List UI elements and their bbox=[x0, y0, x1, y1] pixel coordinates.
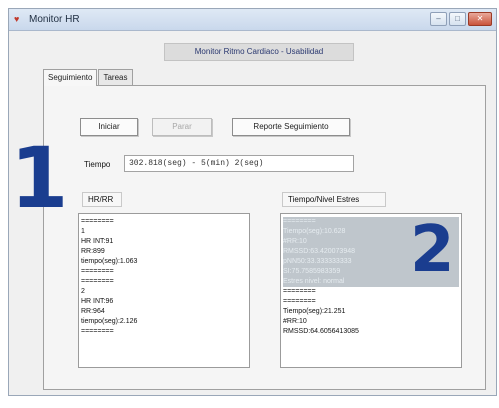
annotation-number-1: 1 bbox=[10, 129, 69, 227]
time-field[interactable]: 302.818(seg) - 5(min) 2(seg) bbox=[124, 155, 354, 172]
list-item: RR:899 bbox=[81, 248, 105, 255]
page-title: Monitor Ritmo Cardiaco - Usabilidad bbox=[164, 43, 354, 61]
window-controls: – □ ✕ bbox=[430, 12, 492, 26]
maximize-icon[interactable]: □ bbox=[449, 12, 466, 26]
list-item: tiempo(seg):1.063 bbox=[81, 258, 138, 265]
list-item: Tiempo(seg):21.251 bbox=[283, 308, 346, 315]
app-window: ♥ Monitor HR – □ ✕ Monitor Ritmo Cardiac… bbox=[8, 8, 497, 396]
tab-seguimiento[interactable]: Seguimiento bbox=[43, 69, 98, 86]
window-title: Monitor HR bbox=[29, 14, 80, 25]
report-button[interactable]: Reporte Seguimiento bbox=[232, 118, 350, 136]
minimize-icon[interactable]: – bbox=[430, 12, 447, 26]
stop-button[interactable]: Parar bbox=[152, 118, 212, 136]
list-item: RR:964 bbox=[81, 308, 105, 315]
list-item: tiempo(seg):2.126 bbox=[81, 318, 138, 325]
list-item: HR INT:91 bbox=[81, 238, 114, 245]
title-bar[interactable]: ♥ Monitor HR – □ ✕ bbox=[9, 9, 496, 31]
hr-rr-label: HR/RR bbox=[82, 192, 122, 207]
start-button[interactable]: Iniciar bbox=[80, 118, 138, 136]
list-item: 1 bbox=[81, 228, 85, 235]
stress-label: Tiempo/Nivel Estres bbox=[282, 192, 386, 207]
tab-bar: Seguimiento Tareas bbox=[43, 69, 134, 86]
close-icon[interactable]: ✕ bbox=[468, 12, 492, 26]
tab-tareas[interactable]: Tareas bbox=[98, 69, 133, 85]
seguimiento-panel: Iniciar Parar Reporte Seguimiento 1 Tiem… bbox=[10, 85, 486, 390]
list-item: RMSSD:64.6056413085 bbox=[283, 328, 359, 335]
time-label: Tiempo bbox=[84, 160, 111, 169]
list-item: #RR:10 bbox=[283, 318, 307, 325]
list-item: 2 bbox=[81, 288, 85, 295]
list-item: HR INT:96 bbox=[81, 298, 114, 305]
list-item: ======== bbox=[283, 298, 316, 305]
list-item: ======== bbox=[81, 268, 114, 275]
hr-rr-list[interactable]: ======== 1 HR INT:91 RR:899 tiempo(seg):… bbox=[78, 213, 250, 368]
heart-monitor-icon: ♥ bbox=[14, 14, 20, 24]
annotation-number-2: 2 bbox=[410, 213, 455, 287]
list-item: ======== bbox=[81, 328, 114, 335]
list-item: ======== bbox=[283, 288, 316, 295]
list-item: ======== bbox=[81, 218, 114, 225]
list-item: ======== bbox=[81, 278, 114, 285]
